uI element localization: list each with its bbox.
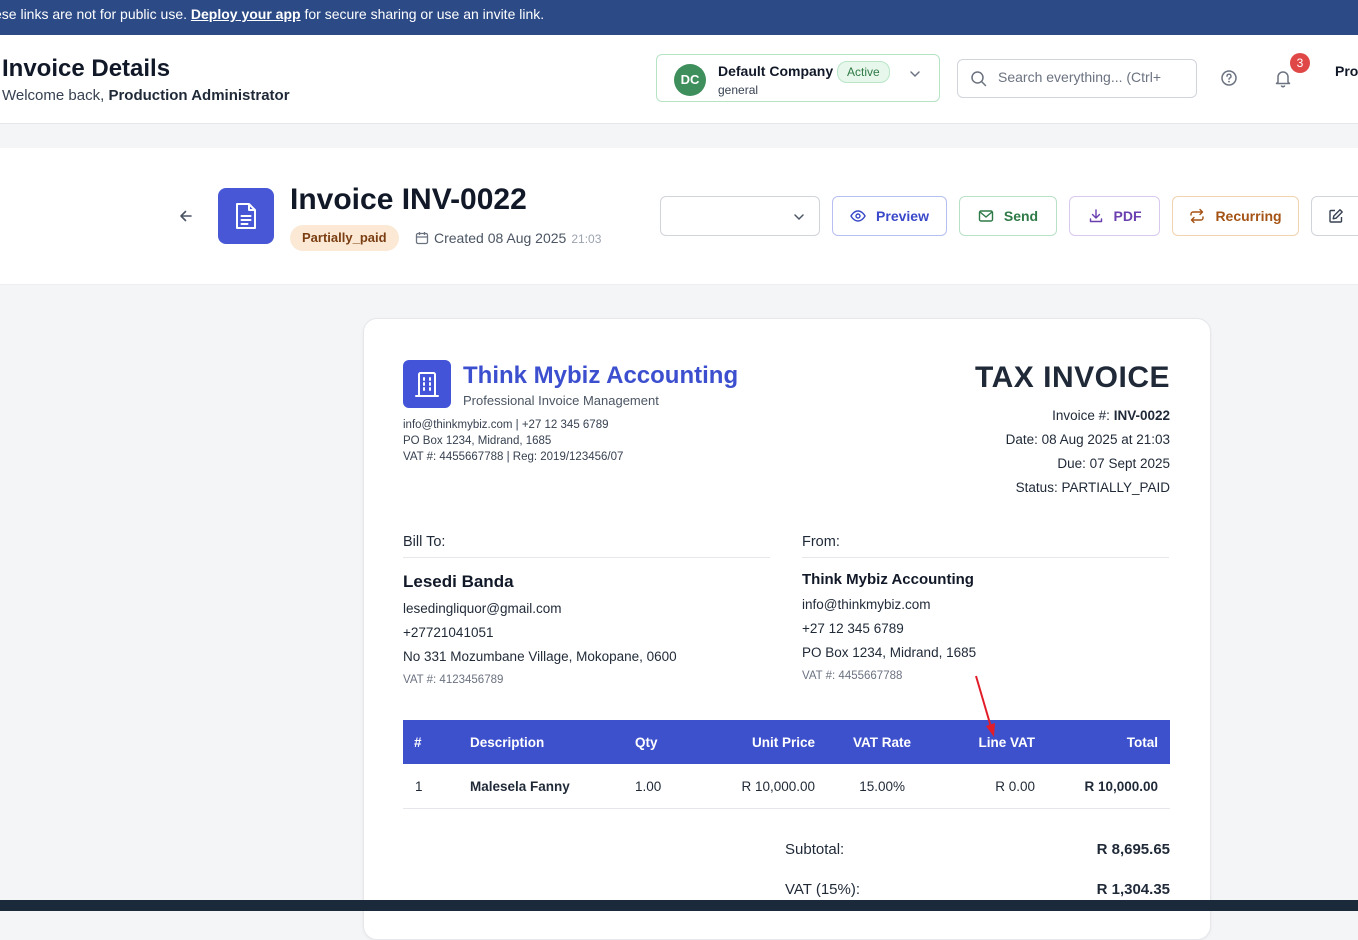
bill-to-section: Bill To: Lesedi Banda lesedingliquor@gma… [403,534,770,686]
company-avatar: DC [674,64,706,96]
issuer-postal-address: PO Box 1234, Midrand, 1685 [802,645,977,660]
welcome-prefix: Welcome back, [2,87,105,104]
issuer-tagline: Professional Invoice Management [463,393,659,408]
company-status-badge: Active [837,61,890,83]
profile-menu[interactable]: Pro [1335,63,1358,79]
search-icon [970,70,988,93]
pdf-button[interactable]: PDF [1069,196,1160,236]
edit-button[interactable] [1311,196,1358,236]
issuer-contact: info@thinkmybiz.com | +27 12 345 6789 [403,419,609,431]
subtotal-label: Subtotal: [785,841,845,858]
recurring-button[interactable]: Recurring [1172,196,1299,236]
customer-name: Lesedi Banda [403,572,514,591]
bill-to-heading: Bill To: [403,534,770,558]
deploy-app-link[interactable]: Deploy your app [191,6,301,22]
public-links-banner: ese links are not for public use. Deploy… [0,0,1358,35]
col-header-description: Description [470,720,635,764]
created-date: Created 08 Aug 2025 21:03 [415,230,601,248]
invoice-status: Status: PARTIALLY_PAID [1015,480,1170,495]
send-label: Send [1003,208,1039,224]
created-time: 21:03 [571,232,602,246]
vat-label: VAT (15%): [785,881,861,898]
user-name: Production Administrator [108,87,290,104]
repeat-icon [1190,208,1205,224]
notification-count-badge: 3 [1290,53,1310,73]
chevron-down-icon [794,214,804,221]
issuer-phone: +27 12 345 6789 [802,621,904,636]
page-title: Invoice Details [2,55,171,82]
row-vat-rate: 15.00% [815,764,911,809]
col-header-total: Total [1035,720,1170,764]
col-header-number: # [403,720,470,764]
preview-label: Preview [876,208,929,224]
status-select[interactable] [660,196,820,236]
invoice-date: Date: 08 Aug 2025 at 21:03 [1005,432,1170,447]
table-header-row: # Description Qty Unit Price VAT Rate Li… [403,720,1170,764]
issuer-vat: VAT #: 4455667788 [802,670,903,682]
preview-button[interactable]: Preview [832,196,947,236]
os-taskbar [0,900,1358,911]
building-icon [403,360,451,408]
row-qty: 1.00 [635,764,672,809]
customer-address: No 331 Mozumbane Village, Mokopane, 0600 [403,649,677,664]
invoice-number-line: Invoice #: INV-0022 [1052,408,1170,423]
document-title: TAX INVOICE [975,361,1170,394]
global-search[interactable] [957,59,1197,98]
col-header-line-vat: Line VAT [911,720,1035,764]
from-heading: From: [802,534,1169,558]
issuer-vat-reg: VAT #: 4455667788 | Reg: 2019/123456/07 [403,451,624,463]
calendar-icon [415,231,429,248]
col-header-vat-rate: VAT Rate [815,720,911,764]
issuer-company-name: Think Mybiz Accounting [463,362,739,389]
subtotal-value: R 8,695.65 [1096,841,1170,858]
edit-icon [1329,209,1343,223]
row-unit-price: R 10,000.00 [672,764,815,809]
company-sub: general [718,83,759,97]
app-header: Invoice Details Welcome back, Production… [0,35,1358,124]
pdf-label: PDF [1113,208,1142,224]
customer-vat: VAT #: 4123456789 [403,674,504,686]
banner-text-suffix: for secure sharing or use an invite link… [304,6,545,22]
chevron-down-icon [908,67,922,86]
col-header-unit-price: Unit Price [672,720,815,764]
invoice-number-label: Invoice #: [1052,408,1110,423]
invoice-document: Think Mybiz Accounting Professional Invo… [363,318,1211,940]
recurring-label: Recurring [1215,208,1282,224]
issuer-address: PO Box 1234, Midrand, 1685 [403,435,552,447]
row-total: R 10,000.00 [1035,764,1170,809]
document-icon [218,188,274,244]
line-items-table: # Description Qty Unit Price VAT Rate Li… [403,720,1170,809]
row-description: Malesela Fanny [470,764,635,809]
search-input[interactable] [998,69,1188,85]
invoice-header-bar: Invoice INV-0022 Partially_paid Created … [0,148,1358,285]
send-button[interactable]: Send [959,196,1057,236]
col-header-qty: Qty [635,720,672,764]
vat-value: R 1,304.35 [1096,881,1170,898]
help-icon[interactable] [1220,69,1238,92]
bell-icon[interactable] [1273,68,1293,93]
issuer-name: Think Mybiz Accounting [802,571,974,588]
invoice-number: INV-0022 [1113,408,1170,423]
row-number: 1 [403,764,470,809]
row-line-vat: R 0.00 [911,764,1035,809]
invoice-due-date: Due: 07 Sept 2025 [1057,456,1170,471]
welcome-message: Welcome back, Production Administrator [2,87,290,104]
mail-icon [978,210,994,222]
customer-phone: +27721041051 [403,625,494,640]
download-icon [1089,209,1102,223]
table-row: 1 Malesela Fanny 1.00 R 10,000.00 15.00%… [403,764,1170,809]
customer-email: lesedingliquor@gmail.com [403,601,562,616]
from-section: From: Think Mybiz Accounting info@thinkm… [802,534,1169,682]
invoice-title: Invoice INV-0022 [290,183,527,216]
company-name: Default Company [718,63,834,79]
issuer-email: info@thinkmybiz.com [802,597,931,612]
created-date-text: Created 08 Aug 2025 [434,230,567,246]
eye-icon [850,210,866,222]
banner-text: ese links are not for public use. [0,6,187,22]
company-switcher[interactable]: DC Default Company Active general [656,54,940,102]
status-badge: Partially_paid [290,225,399,251]
back-arrow-icon[interactable] [178,208,194,229]
